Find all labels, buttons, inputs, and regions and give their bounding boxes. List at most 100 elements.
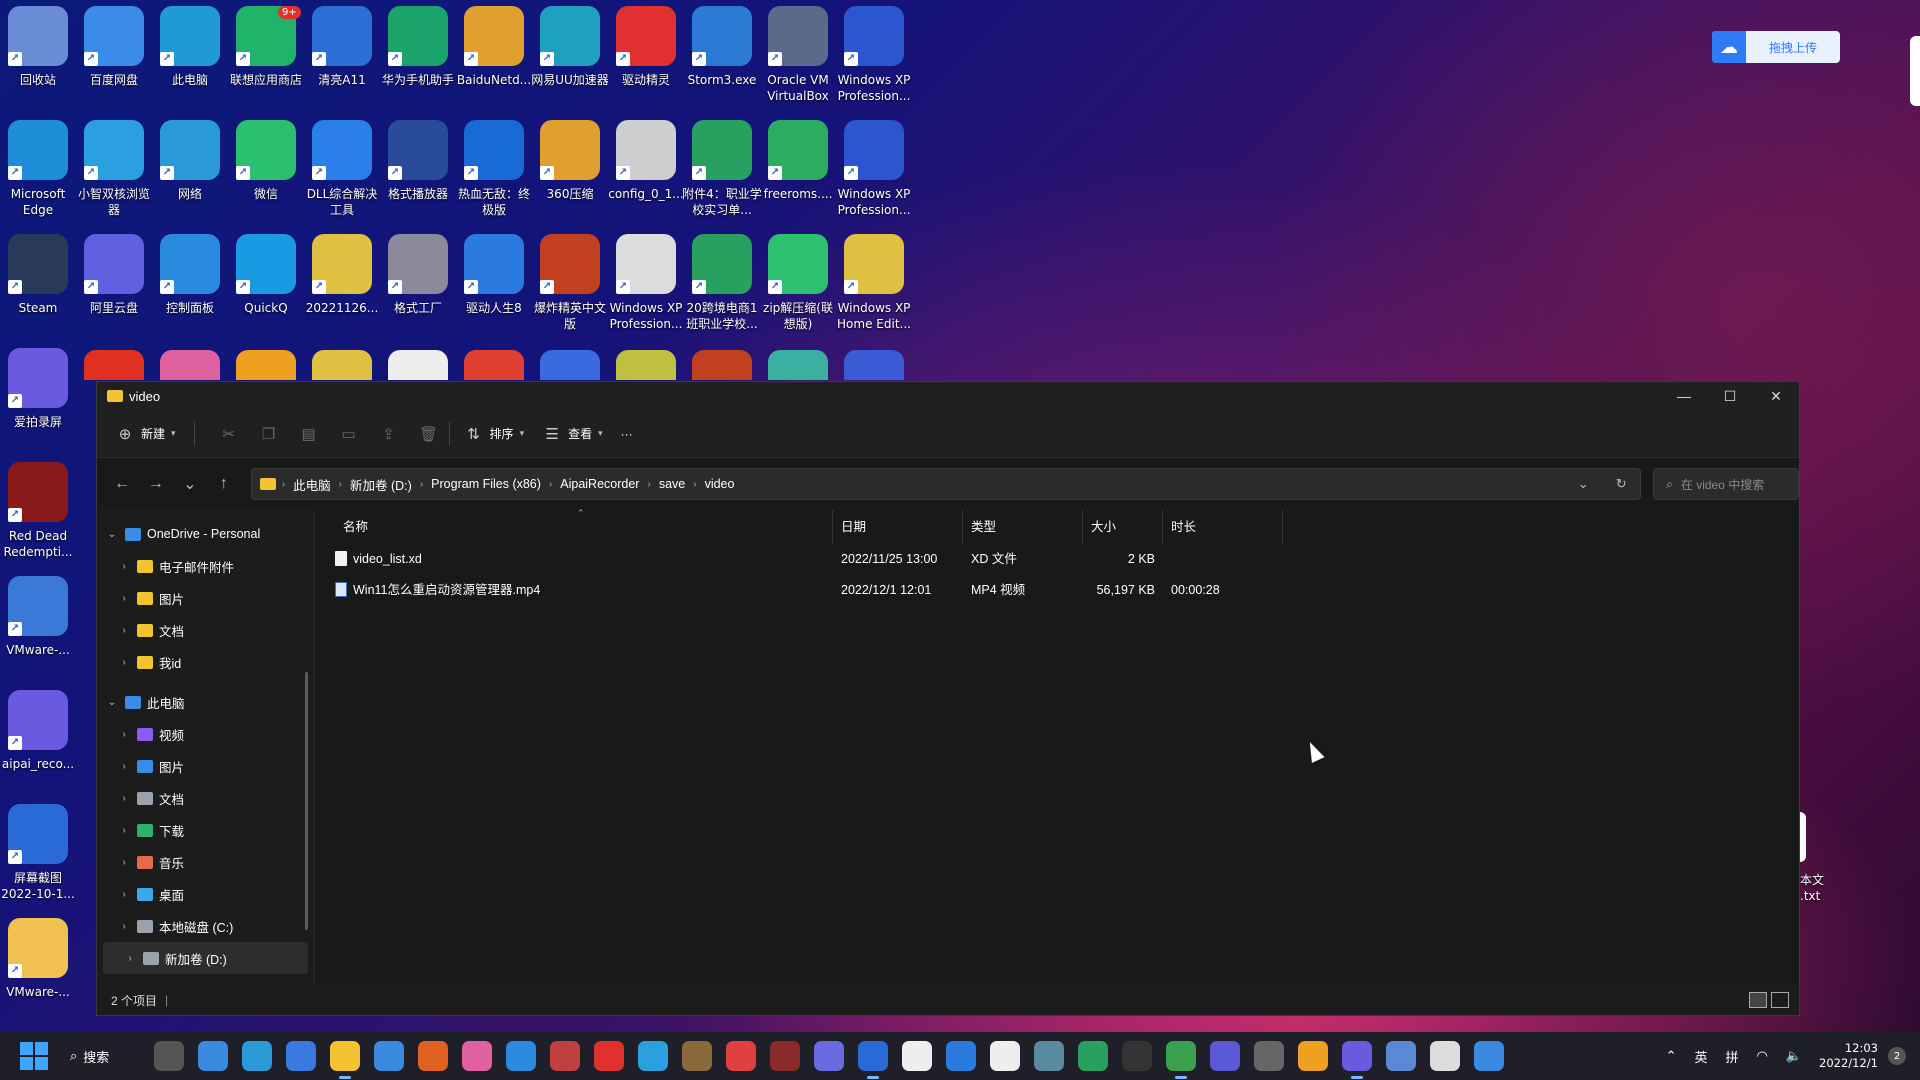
desktop-icon-r2-0[interactable]: ↗ Microsoft Edge: [0, 116, 76, 226]
column-type[interactable]: 类型: [963, 510, 1083, 544]
more-options-button[interactable]: ···: [621, 418, 633, 450]
desktop-icon-r2-8[interactable]: ↗ config_0_1...: [608, 116, 684, 226]
desktop-icon-r1-1[interactable]: ↗ 百度网盘: [76, 2, 152, 112]
sidebar-item[interactable]: › 音乐: [97, 846, 314, 878]
minimize-button[interactable]: —: [1661, 382, 1707, 410]
desktop-icon-r3-5[interactable]: ↗ 格式工厂: [380, 230, 456, 340]
view-button[interactable]: ☰ 查看 ▾: [542, 418, 602, 450]
new-button[interactable]: ⊕ 新建 ▾: [115, 418, 176, 450]
desktop-icon-r3-3[interactable]: ↗ QuickQ: [228, 230, 304, 340]
desktop-icon-partial[interactable]: [84, 350, 144, 380]
maximize-button[interactable]: ☐: [1707, 382, 1753, 410]
chevron-right-icon[interactable]: ›: [117, 857, 131, 868]
desktop-icon-partial[interactable]: [388, 350, 448, 380]
chevron-right-icon[interactable]: ›: [117, 793, 131, 804]
desktop-icon-r2-3[interactable]: ↗ 微信: [228, 116, 304, 226]
app-icon[interactable]: [1034, 1041, 1064, 1071]
desktop-icon-r3-0[interactable]: ↗ Steam: [0, 230, 76, 340]
desktop-icon-left-1[interactable]: ↗ Red Dead Redempti...: [0, 458, 76, 568]
desktop-icon-r3-8[interactable]: ↗ Windows XP Profession...: [608, 230, 684, 340]
notepad-icon[interactable]: [374, 1041, 404, 1071]
file-explorer-icon[interactable]: [330, 1041, 360, 1079]
breadcrumb-chevron-icon[interactable]: ›: [647, 479, 650, 490]
breadcrumb-chevron-icon[interactable]: ›: [549, 479, 552, 490]
desktop-icon-left-5[interactable]: ↗ VMware-...: [0, 914, 76, 1024]
desktop-icon-r3-4[interactable]: ↗ 20221126...: [304, 230, 380, 340]
column-duration[interactable]: 时长: [1163, 510, 1283, 544]
desktop-icon-partial[interactable]: [160, 350, 220, 380]
desktop-icon-left-4[interactable]: ↗ 屏幕截图 2022-10-1...: [0, 800, 76, 910]
chrome-icon[interactable]: [814, 1041, 844, 1071]
desktop-icon-r3-6[interactable]: ↗ 驱动人生8: [456, 230, 532, 340]
desktop-icon-r3-9[interactable]: ↗ 20跨境电商1班职业学校...: [684, 230, 760, 340]
volume-icon[interactable]: 🔈: [1786, 1049, 1802, 1064]
breadcrumb-chevron-icon[interactable]: ›: [339, 479, 342, 490]
forward-arrow-icon[interactable]: →: [139, 469, 173, 499]
side-panel-handle[interactable]: [1910, 36, 1920, 106]
chevron-right-icon[interactable]: ›: [117, 729, 131, 740]
sidebar-item[interactable]: › 新加卷 (D:): [103, 942, 308, 974]
desktop-icon-r2-4[interactable]: ↗ DLL综合解决工具: [304, 116, 380, 226]
sidebar-item[interactable]: › 本地磁盘 (C:): [97, 910, 314, 942]
app-icon[interactable]: [946, 1041, 976, 1071]
app-icon[interactable]: [1430, 1041, 1460, 1071]
breadcrumb-item[interactable]: Program Files (x86): [431, 477, 541, 491]
app-icon[interactable]: [1122, 1041, 1152, 1071]
app-icon[interactable]: [462, 1041, 492, 1071]
column-name[interactable]: 名称: [335, 510, 833, 544]
desktop-icon-r3-11[interactable]: ↗ Windows XP Home Edit...: [836, 230, 912, 340]
chevron-down-icon[interactable]: ⌄: [105, 697, 119, 708]
widgets-icon[interactable]: [242, 1041, 272, 1071]
app-icon[interactable]: [1166, 1041, 1196, 1079]
desktop-icon-r1-9[interactable]: ↗ Storm3.exe: [684, 2, 760, 112]
desktop-icon-r1-11[interactable]: ↗ Windows XP Profession...: [836, 2, 912, 112]
chevron-right-icon[interactable]: ›: [117, 625, 131, 636]
desktop-icon-r1-5[interactable]: ↗ 华为手机助手: [380, 2, 456, 112]
breadcrumb-item[interactable]: video: [705, 477, 735, 491]
breadcrumb-chevron-icon[interactable]: ›: [693, 479, 696, 490]
sidebar-item[interactable]: › 文档: [97, 782, 314, 814]
title-bar[interactable]: video — ☐ ✕: [97, 382, 1799, 410]
address-bar[interactable]: › 此电脑 › 新加卷 (D:) › Program Files (x86) › Aipai…: [250, 468, 1642, 500]
app-icon[interactable]: [594, 1041, 624, 1071]
app-icon[interactable]: [1298, 1041, 1328, 1071]
ime-mode-indicator[interactable]: 拼: [1725, 1047, 1738, 1066]
desktop-icon-partial[interactable]: [312, 350, 372, 380]
sidebar-item[interactable]: › 电子邮件附件: [97, 550, 314, 582]
delete-icon[interactable]: 🗑: [409, 418, 449, 450]
chevron-right-icon[interactable]: ›: [117, 825, 131, 836]
edge-icon[interactable]: [638, 1041, 668, 1071]
firefox-icon[interactable]: [418, 1041, 448, 1071]
app-icon[interactable]: [1386, 1041, 1416, 1071]
aipai-icon[interactable]: [1342, 1041, 1372, 1079]
sidebar-item[interactable]: › 文档: [97, 614, 314, 646]
breadcrumb-item[interactable]: 此电脑: [293, 475, 331, 494]
desktop-icon-r1-10[interactable]: ↗ Oracle VM VirtualBox: [760, 2, 836, 112]
desktop-icon-r2-5[interactable]: ↗ 格式播放器: [380, 116, 456, 226]
copy-icon[interactable]: ❐: [249, 418, 289, 450]
paste-icon[interactable]: ▤: [289, 418, 329, 450]
share-icon[interactable]: ⇪: [369, 418, 409, 450]
refresh-icon[interactable]: ↻: [1602, 476, 1640, 492]
desktop-icon-left-3[interactable]: ↗ aipai_reco...: [0, 686, 76, 796]
file-row[interactable]: Win11怎么重启动资源管理器.mp4 2022/12/1 12:01 MP4 视频…: [315, 575, 1799, 606]
desktop-icon-r2-1[interactable]: ↗ 小智双核浏览器: [76, 116, 152, 226]
chevron-right-icon[interactable]: ›: [123, 953, 137, 964]
wifi-icon[interactable]: ◠: [1757, 1049, 1768, 1064]
chevron-right-icon[interactable]: ›: [117, 593, 131, 604]
show-hidden-icons-chevron-icon[interactable]: ⌃: [1666, 1049, 1677, 1064]
search-input[interactable]: ⌕ 在 video 中搜索: [1653, 468, 1799, 500]
rename-icon[interactable]: ▭: [329, 418, 369, 450]
back-arrow-icon[interactable]: ←: [105, 469, 139, 499]
desktop-icon-r3-2[interactable]: ↗ 控制面板: [152, 230, 228, 340]
drag-upload-button[interactable]: ☁ 拖拽上传: [1712, 31, 1840, 63]
chevron-right-icon[interactable]: ›: [117, 761, 131, 772]
desktop-icon-r2-11[interactable]: ↗ Windows XP Profession...: [836, 116, 912, 226]
taskbar-search-button[interactable]: ⌕ 搜索: [70, 1047, 146, 1066]
mail-icon[interactable]: [286, 1041, 316, 1071]
app-icon[interactable]: [1254, 1041, 1284, 1071]
file-row[interactable]: video_list.xd 2022/11/25 13:00 XD 文件 2 KB: [315, 544, 1799, 575]
recent-locations-chevron-icon[interactable]: ⌄: [173, 469, 207, 499]
desktop-icon-r3-10[interactable]: ↗ zip解压缩(联想版): [760, 230, 836, 340]
sidebar-item[interactable]: › 桌面: [97, 878, 314, 910]
